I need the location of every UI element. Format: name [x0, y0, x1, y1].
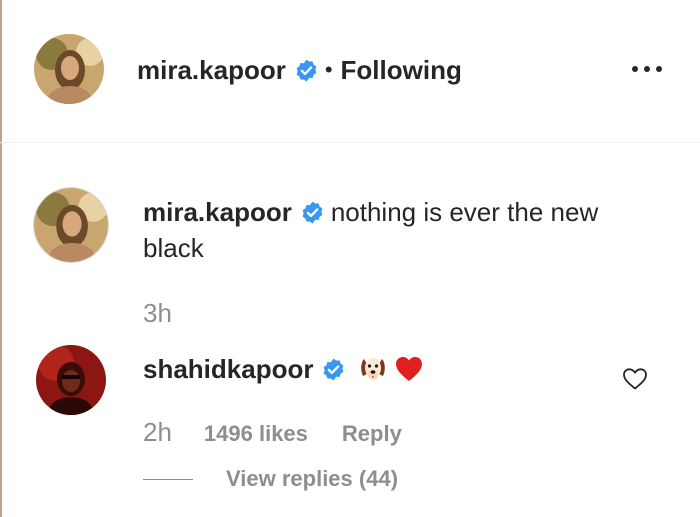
- commenter-avatar[interactable]: [36, 345, 106, 415]
- more-dot: [656, 66, 662, 72]
- header-line: mira.kapoor • Following: [137, 52, 462, 88]
- verified-badge-icon: [321, 357, 346, 382]
- comment-likes[interactable]: 1496 likes: [204, 421, 308, 447]
- caption: mira.kapoor nothing is ever the new black: [143, 194, 613, 266]
- view-replies-label[interactable]: View replies (44): [226, 466, 398, 492]
- caption-avatar[interactable]: [34, 188, 108, 262]
- author-avatar[interactable]: [34, 34, 104, 104]
- red-heart-icon: [394, 354, 424, 384]
- commenter-username[interactable]: shahidkapoor: [143, 352, 313, 386]
- like-heart-icon[interactable]: [622, 367, 648, 391]
- comment-meta: 2h 1496 likes Reply: [143, 417, 402, 448]
- replies-divider: [143, 478, 193, 480]
- reply-button[interactable]: Reply: [342, 421, 402, 447]
- following-button[interactable]: Following: [341, 55, 462, 86]
- verified-badge-icon: [294, 58, 319, 83]
- comment-timestamp[interactable]: 2h: [143, 417, 172, 448]
- comment-line: shahidkapoor: [143, 352, 424, 386]
- more-options-icon[interactable]: [632, 62, 672, 76]
- post-header: mira.kapoor • Following: [0, 0, 700, 143]
- caption-username[interactable]: mira.kapoor: [143, 197, 292, 227]
- view-replies[interactable]: View replies (44): [143, 466, 398, 492]
- verified-badge-icon: [300, 200, 325, 225]
- caption-timestamp[interactable]: 3h: [143, 298, 172, 329]
- more-dot: [632, 66, 638, 72]
- separator-dot: •: [324, 57, 333, 82]
- more-dot: [644, 66, 650, 72]
- dog-face-icon: [358, 354, 388, 384]
- author-username[interactable]: mira.kapoor: [137, 55, 286, 86]
